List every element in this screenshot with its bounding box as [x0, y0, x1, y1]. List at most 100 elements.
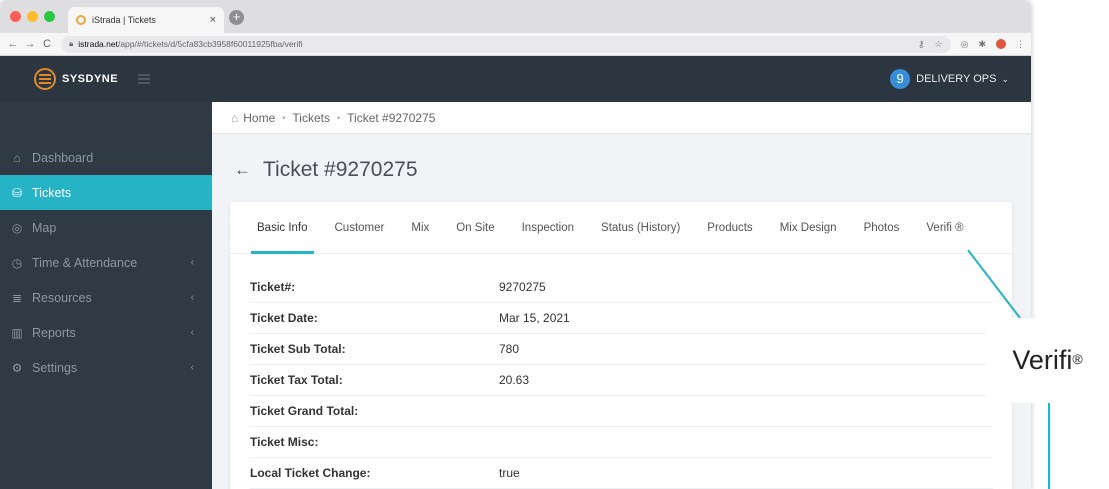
tab-mix-design[interactable]: Mix Design — [780, 202, 837, 254]
chevron-left-icon: ‹ — [190, 327, 194, 338]
tab-basic-info[interactable]: Basic Info — [251, 202, 313, 254]
profile-avatar-icon[interactable] — [996, 39, 1006, 49]
ticket-tabs: Basic Info Customer Mix On Site Inspecti… — [230, 202, 1012, 254]
breadcrumb: ⌂ Home • Tickets • Ticket #9270275 — [212, 102, 1031, 134]
detail-label: Ticket#: — [250, 280, 296, 294]
sidebar-item-resources[interactable]: ≣ Resources ‹ — [0, 280, 212, 315]
new-tab-button[interactable]: + — [229, 10, 244, 25]
tab-close-icon[interactable]: × — [210, 14, 216, 26]
puzzle-icon[interactable]: ✱ — [978, 39, 986, 50]
sidebar-item-reports[interactable]: ▥ Reports ‹ — [0, 315, 212, 350]
reload-icon[interactable]: C — [40, 38, 54, 50]
browser-tab[interactable]: iStrada | Tickets × — [68, 7, 224, 33]
detail-row: Ticket Date: Mar 15, 2021 — [250, 303, 993, 334]
breadcrumb-tickets[interactable]: Tickets — [292, 111, 330, 125]
brand[interactable]: SYSDYNE — [0, 68, 212, 90]
chevron-down-icon: ⌄ — [1001, 73, 1009, 84]
back-arrow-icon[interactable]: ← — [234, 160, 251, 180]
breadcrumb-separator: • — [336, 112, 341, 123]
chevron-left-icon: ‹ — [190, 362, 194, 373]
sidebar-item-label: Dashboard — [32, 150, 94, 165]
sidebar-item-label: Settings — [32, 360, 78, 375]
detail-label: Local Ticket Change: — [250, 466, 371, 480]
detail-value: 20.63 — [499, 373, 530, 387]
minimize-window-button[interactable] — [27, 11, 38, 22]
map-pin-icon: ◎ — [11, 220, 23, 235]
detail-label: Ticket Date: — [250, 311, 318, 325]
detail-label: Ticket Grand Total: — [250, 404, 359, 418]
detail-value: true — [499, 466, 520, 480]
sidebar-item-label: Map — [32, 220, 57, 235]
url-path: /app/#/tickets/d/5cfa83cb3958f60011925fb… — [117, 39, 303, 49]
url-field[interactable]: 🔒︎ istrada.net/app/#/tickets/d/5cfa83cb3… — [61, 35, 951, 53]
breadcrumb-home[interactable]: Home — [243, 111, 275, 125]
extension-icon[interactable]: ◎ — [961, 39, 969, 50]
detail-value: 9270275 — [499, 280, 546, 294]
tab-products[interactable]: Products — [707, 202, 752, 254]
close-window-button[interactable] — [10, 11, 21, 22]
detail-row: Ticket Sub Total: 780 — [250, 334, 993, 365]
url-host: istrada.net — [78, 39, 118, 49]
home-icon: ⌂ — [231, 110, 239, 125]
tab-on-site[interactable]: On Site — [456, 202, 494, 254]
list-icon: ≣ — [11, 290, 23, 305]
main-content: ⌂ Home • Tickets • Ticket #9270275 ← Tic… — [212, 102, 1031, 489]
tab-customer[interactable]: Customer — [335, 202, 385, 254]
brand-name: SYSDYNE — [62, 73, 119, 85]
sidebar-item-label: Time & Attendance — [32, 255, 138, 270]
detail-value: Mar 15, 2021 — [499, 311, 570, 325]
menu-dots-icon[interactable]: ⋮ — [1016, 39, 1025, 50]
sidebar-item-label: Resources — [32, 290, 92, 305]
detail-label: Ticket Sub Total: — [250, 342, 346, 356]
ops-label: DELIVERY OPS — [916, 73, 997, 85]
verifi-callout: Verifi ® — [986, 318, 1109, 403]
browser-window: iStrada | Tickets × + ← → C 🔒︎ istrada.n… — [0, 0, 1031, 489]
browser-titlebar: iStrada | Tickets × + — [0, 0, 1031, 33]
ops-menu[interactable]: 9 DELIVERY OPS ⌄ — [890, 69, 1009, 89]
detail-row: Ticket Grand Total: — [250, 396, 993, 427]
page-title: ← Ticket #9270275 — [234, 158, 418, 182]
gear-icon: ⚙ — [11, 360, 23, 375]
detail-row: Ticket#: 9270275 — [250, 272, 993, 303]
bookmark-star-icon[interactable]: ☆ — [935, 39, 943, 50]
tab-status-history[interactable]: Status (History) — [601, 202, 680, 254]
hamburger-menu-icon[interactable] — [138, 74, 151, 84]
sidebar-item-map[interactable]: ◎ Map — [0, 210, 212, 245]
tab-photos[interactable]: Photos — [864, 202, 900, 254]
tab-title: iStrada | Tickets — [92, 15, 156, 25]
callout-text: Verifi — [1012, 345, 1073, 375]
breadcrumb-separator: • — [282, 112, 286, 123]
address-bar: ← → C 🔒︎ istrada.net/app/#/tickets/d/5cf… — [0, 33, 1031, 56]
sidebar-item-label: Tickets — [32, 185, 72, 200]
database-icon: ⛁ — [11, 185, 23, 200]
tab-mix[interactable]: Mix — [411, 202, 429, 254]
back-arrow-icon[interactable]: ← — [6, 38, 20, 50]
home-icon: ⌂ — [13, 150, 21, 165]
maximize-window-button[interactable] — [44, 11, 55, 22]
sidebar-item-time-attendance[interactable]: ◷ Time & Attendance ‹ — [0, 245, 212, 280]
forward-arrow-icon[interactable]: → — [23, 38, 37, 50]
sysdyne-logo-icon — [34, 68, 56, 90]
page-title-text: Ticket #9270275 — [263, 158, 418, 181]
detail-row: Local Ticket Change: true — [250, 458, 993, 489]
lock-icon: 🔒︎ — [69, 39, 74, 48]
detail-row: Ticket Misc: — [250, 427, 993, 458]
detail-label: Ticket Tax Total: — [250, 373, 343, 387]
clock-icon: ◷ — [11, 255, 23, 270]
favicon-icon — [76, 15, 86, 25]
registered-mark: ® — [1072, 350, 1083, 367]
tab-inspection[interactable]: Inspection — [522, 202, 574, 254]
detail-label: Ticket Misc: — [250, 435, 319, 449]
ops-count-badge: 9 — [890, 69, 911, 89]
chevron-left-icon: ‹ — [190, 292, 194, 303]
sidebar: ⌂ Dashboard ⛁ Tickets ◎ Map ◷ Time & Att… — [0, 102, 212, 489]
sidebar-item-settings[interactable]: ⚙ Settings ‹ — [0, 350, 212, 385]
sidebar-item-tickets[interactable]: ⛁ Tickets — [0, 175, 212, 210]
ticket-details-card: Basic Info Customer Mix On Site Inspecti… — [230, 202, 1012, 489]
sidebar-item-dashboard[interactable]: ⌂ Dashboard — [0, 140, 212, 175]
tab-verifi[interactable]: Verifi ® — [926, 202, 963, 254]
key-icon[interactable]: ⚷ — [918, 39, 925, 50]
app-header: SYSDYNE 9 DELIVERY OPS ⌄ — [0, 56, 1031, 102]
details-list: Ticket#: 9270275 Ticket Date: Mar 15, 20… — [230, 254, 1012, 489]
detail-value: 780 — [499, 342, 520, 356]
